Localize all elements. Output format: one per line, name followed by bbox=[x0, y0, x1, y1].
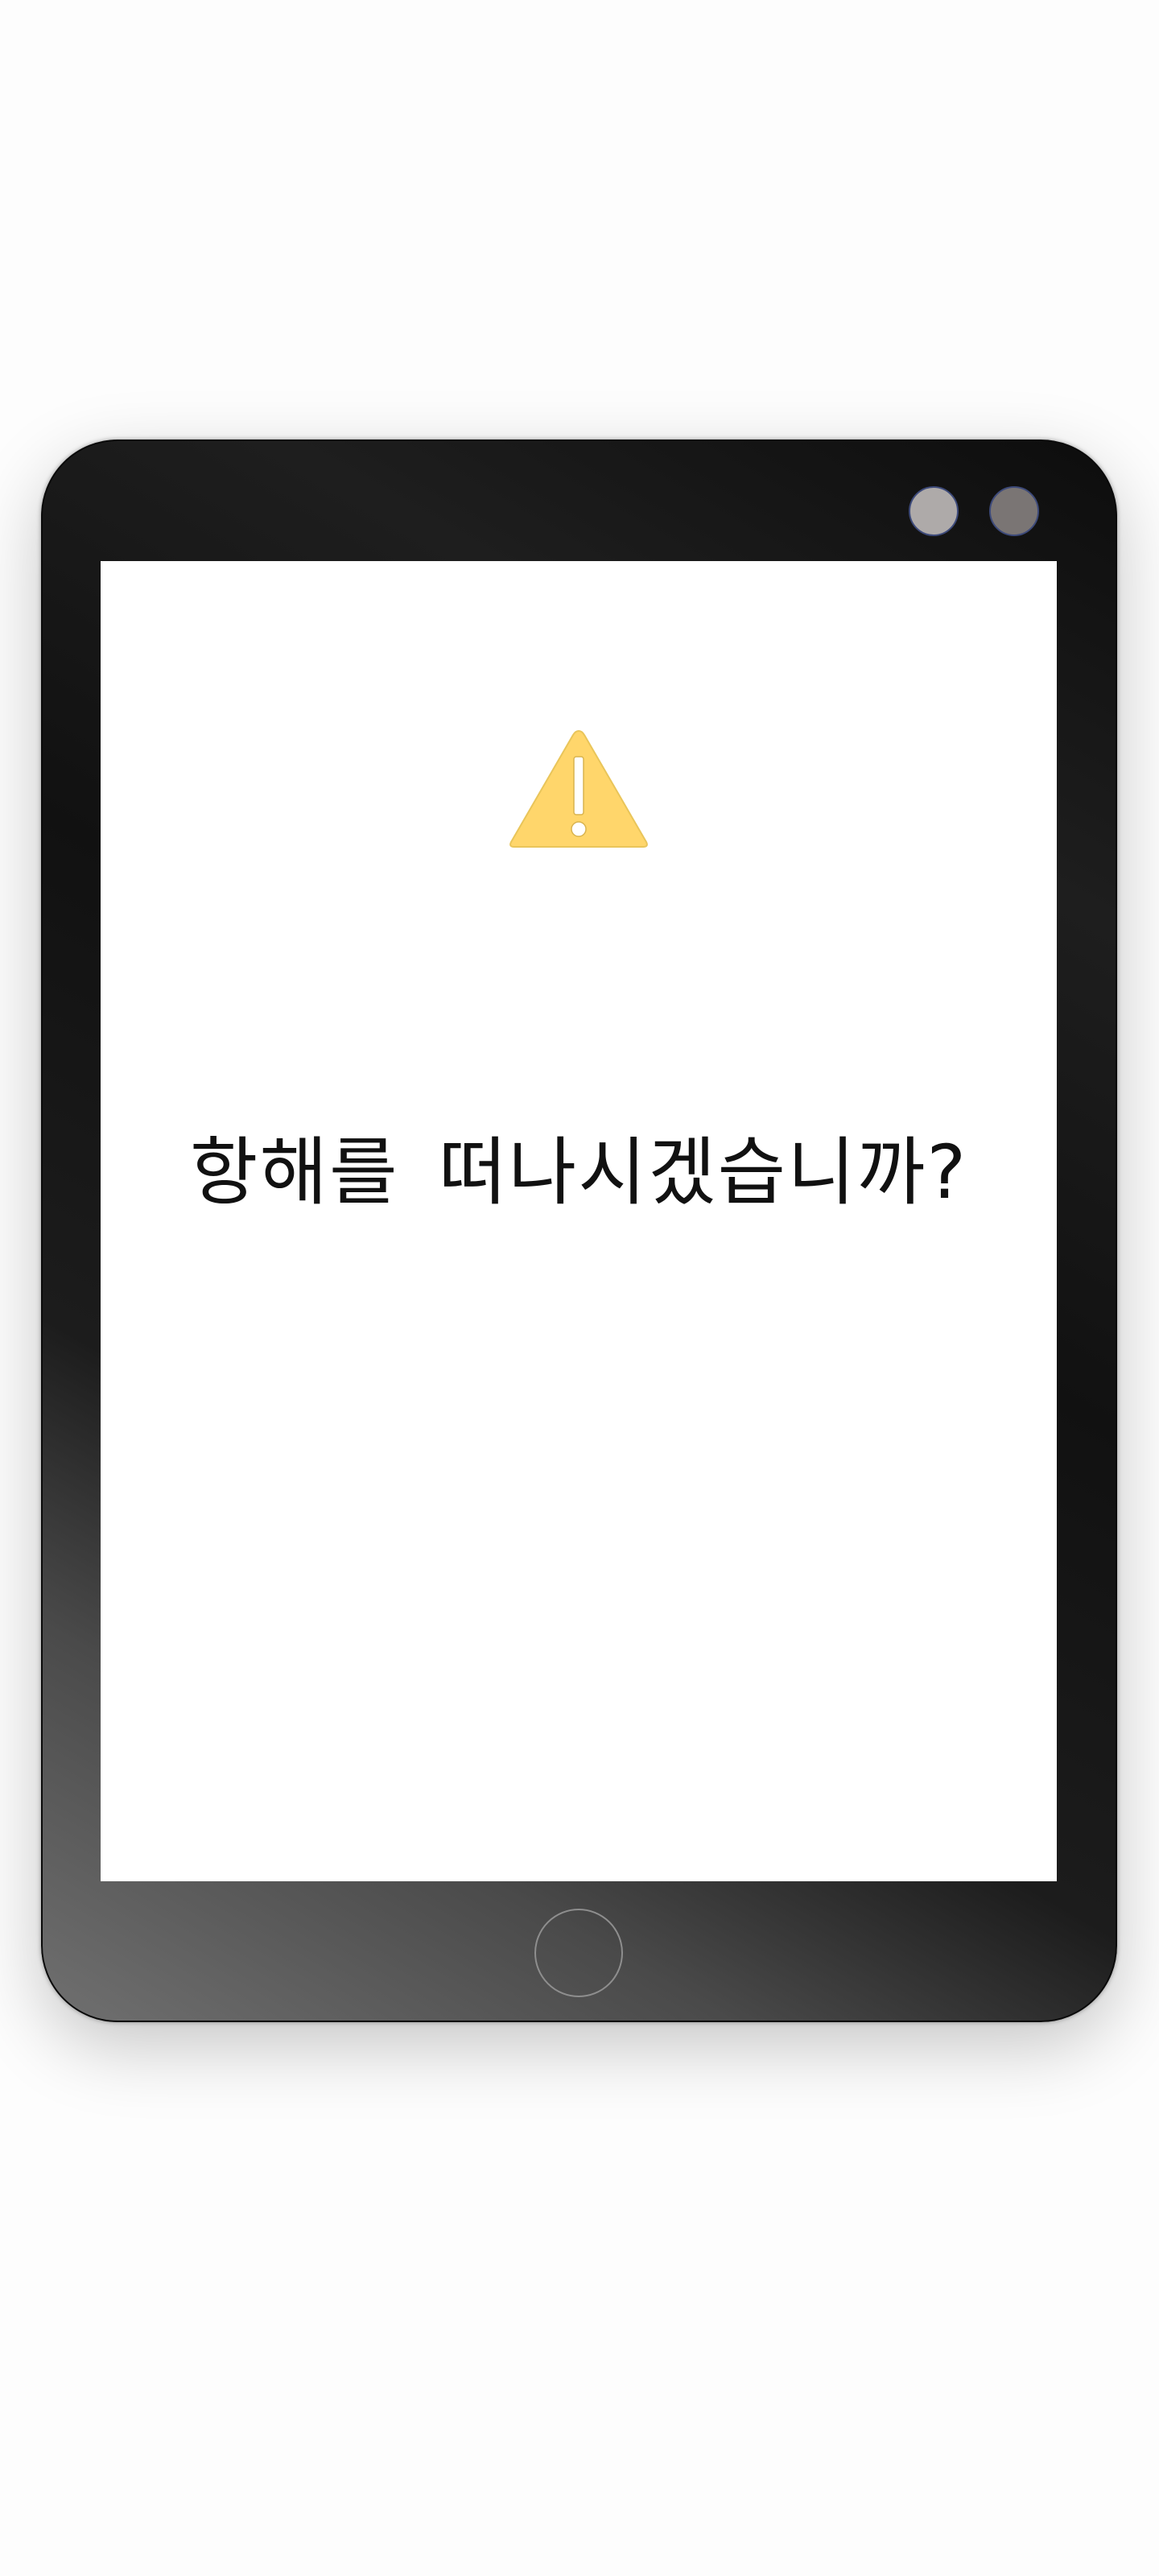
page: 항해를 떠나시겠습니까? bbox=[0, 0, 1159, 2576]
front-camera-lens bbox=[909, 486, 959, 536]
tablet-frame: 항해를 떠나시겠습니까? bbox=[41, 440, 1117, 2022]
front-sensor-lens bbox=[989, 486, 1039, 536]
warning-icon bbox=[508, 726, 650, 850]
tablet-screen: 항해를 떠나시겠습니까? bbox=[101, 561, 1057, 1881]
home-button[interactable] bbox=[534, 1909, 623, 1997]
dialog-message: 항해를 떠나시겠습니까? bbox=[189, 1129, 968, 1216]
